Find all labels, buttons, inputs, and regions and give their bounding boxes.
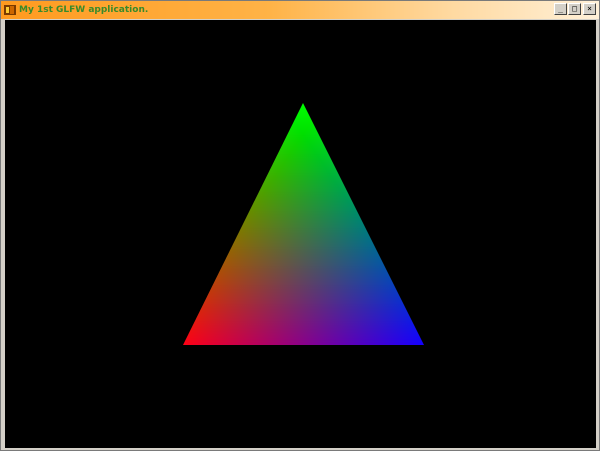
window-title: My 1st GLFW application. (19, 5, 149, 15)
minimize-icon: _ (558, 4, 563, 13)
minimize-button[interactable]: _ (554, 3, 567, 15)
glfw-app-icon[interactable] (4, 4, 16, 16)
window-controls: _ □ × (553, 3, 596, 15)
gl-viewport[interactable] (5, 20, 596, 448)
maximize-icon: □ (572, 4, 577, 13)
title-bar[interactable]: My 1st GLFW application. _ □ × (1, 1, 599, 19)
close-icon: × (587, 4, 592, 13)
gl-canvas (5, 20, 596, 448)
maximize-button[interactable]: □ (568, 3, 581, 15)
app-window: My 1st GLFW application. _ □ × (0, 0, 600, 451)
close-button[interactable]: × (583, 3, 596, 15)
